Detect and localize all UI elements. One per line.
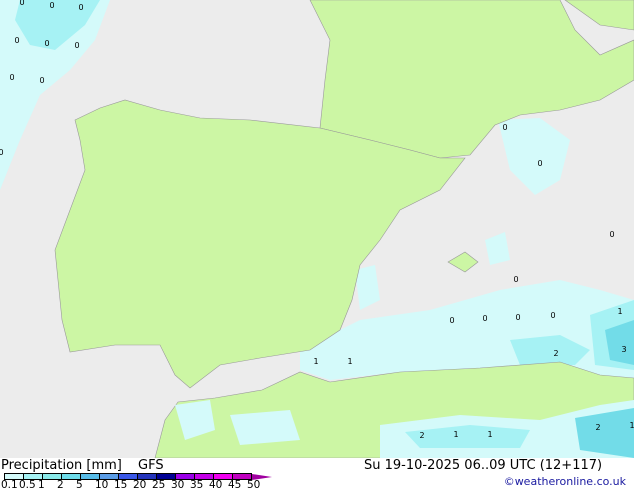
point-value: 0	[14, 36, 19, 45]
point-value: 2	[595, 423, 600, 432]
point-value: 2	[553, 349, 558, 358]
scale-tick-label: 15	[114, 479, 128, 491]
scale-tick-label: 10	[95, 479, 109, 491]
point-value: 1	[629, 421, 634, 430]
scale-tick-label: 0.5	[19, 479, 36, 491]
point-value: 1	[487, 430, 492, 439]
scale-tick-label: 35	[190, 479, 204, 491]
point-value: 2	[419, 431, 424, 440]
point-value: 0	[537, 159, 542, 168]
legend-title: Precipitation [mm]	[1, 458, 122, 473]
point-value: 0	[449, 316, 454, 325]
scale-tick-label: 20	[133, 479, 147, 491]
scale-tick-label: 5	[76, 479, 83, 491]
scale-tick-label: 25	[152, 479, 166, 491]
valid-time: Su 19-10-2025 06..09 UTC (12+117)	[364, 458, 603, 473]
point-value: 0	[502, 123, 507, 132]
scale-tick-label: 50	[247, 479, 261, 491]
point-value: 1	[347, 357, 352, 366]
point-value: 0	[515, 313, 520, 322]
precipitation-map: 0 0 0 0 0 0 0 0 0 0 0 0 0 0 0 0 0 1 1 1 1 1 2 2 2 3 1	[0, 0, 634, 458]
scale-tick-label: 30	[171, 479, 185, 491]
point-value: 1	[313, 357, 318, 366]
point-value: 0	[49, 1, 54, 10]
point-value: 0	[513, 275, 518, 284]
point-value: 0	[19, 0, 24, 7]
point-value: 0	[9, 73, 14, 82]
point-value: 0	[0, 148, 4, 157]
scale-tick-label: 40	[209, 479, 223, 491]
point-value: 3	[621, 345, 626, 354]
credit-link[interactable]: ©weatheronline.co.uk	[504, 475, 626, 488]
scale-tick-label: 45	[228, 479, 242, 491]
scale-tick-label: 2	[57, 479, 64, 491]
point-value: 0	[609, 230, 614, 239]
scale-tick-label: 1	[38, 479, 45, 491]
point-value: 1	[617, 307, 622, 316]
point-value: 0	[74, 41, 79, 50]
scale-tick-label: 0.1	[1, 479, 18, 491]
legend: Precipitation [mm] GFS Su 19-10-2025 06.…	[0, 458, 634, 491]
point-value: 0	[39, 76, 44, 85]
point-value: 0	[482, 314, 487, 323]
point-value: 0	[550, 311, 555, 320]
model-name: GFS	[138, 458, 164, 473]
point-value: 0	[78, 3, 83, 12]
point-value: 1	[453, 430, 458, 439]
point-value: 0	[44, 39, 49, 48]
precip-area	[230, 410, 300, 445]
